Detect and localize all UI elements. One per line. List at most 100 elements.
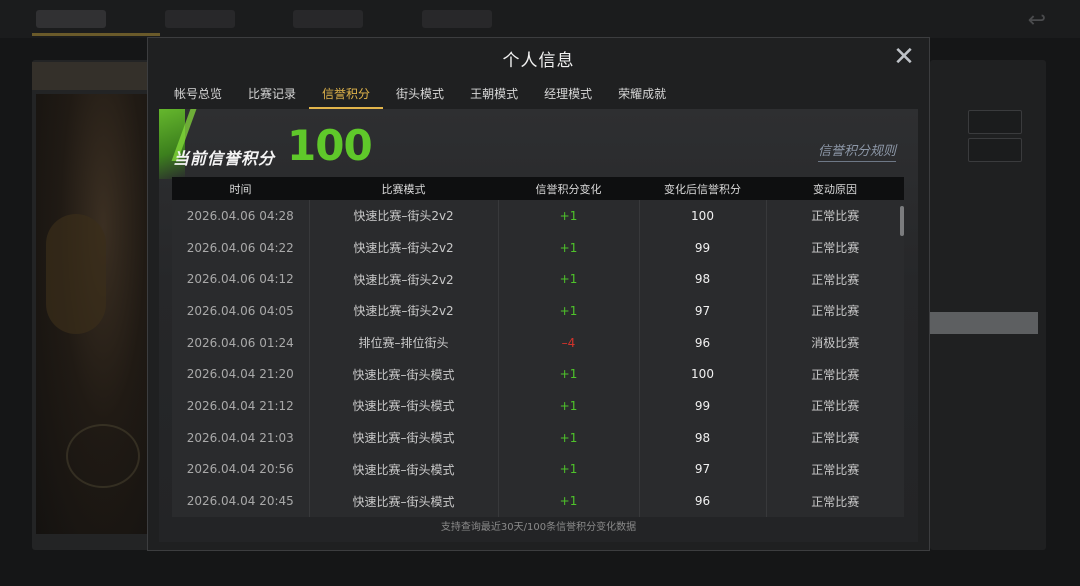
background-tab (293, 10, 363, 28)
cell-change: +1 (497, 390, 639, 422)
table-row: 2026.04.04 20:45 快速比赛–街头模式 +1 96 正常比赛 (172, 485, 904, 517)
cell-change: –4 (497, 326, 639, 359)
back-arrow-icon: ↩ (1027, 8, 1046, 33)
player-signature (66, 424, 140, 488)
cell-time: 2026.04.06 04:28 (186, 208, 294, 223)
cell-mode: 快速比赛–街头模式 (308, 358, 498, 391)
table-header-row: 时间 比赛模式 信誉积分变化 变化后信誉积分 变动原因 (172, 177, 904, 200)
modal-tabs: 帐号总览 比赛记录 信誉积分 街头模式 王朝模式 经理模式 荣耀成就 (161, 85, 679, 111)
cell-reason: 正常比赛 (765, 421, 904, 454)
cell-change: +1 (497, 358, 639, 391)
table-row: 2026.04.06 04:28 快速比赛–街头2v2 +1 100 正常比赛 (172, 200, 904, 232)
scrollbar-thumb[interactable] (900, 206, 904, 236)
table-scrollbar[interactable] (900, 200, 904, 517)
credit-rules-link[interactable]: 信誉积分规则 (817, 140, 896, 162)
table-row: 2026.04.06 01:24 排位赛–排位街头 –4 96 消极比赛 (172, 326, 904, 359)
cell-change: +1 (497, 200, 639, 232)
background-box (968, 138, 1022, 162)
cell-change: +1 (497, 485, 639, 517)
cell-time: 2026.04.04 21:20 (186, 367, 294, 382)
tab-credit-score[interactable]: 信誉积分 (309, 85, 384, 109)
cell-after: 100 (638, 358, 766, 391)
header-time: 时间 (229, 182, 252, 196)
cell-time: 2026.04.06 01:24 (186, 335, 294, 350)
cell-time: 2026.04.04 20:56 (186, 462, 294, 477)
cell-time: 2026.04.04 21:03 (186, 430, 294, 445)
cell-reason: 正常比赛 (765, 263, 904, 296)
table-row: 2026.04.06 04:05 快速比赛–街头2v2 +1 97 正常比赛 (172, 295, 904, 327)
cell-reason: 正常比赛 (765, 453, 904, 486)
background-tab (36, 10, 106, 28)
cell-time: 2026.04.06 04:22 (186, 240, 294, 255)
cell-reason: 正常比赛 (765, 295, 904, 327)
table-row: 2026.04.04 21:12 快速比赛–街头模式 +1 99 正常比赛 (172, 390, 904, 422)
credit-score-panel: 当前信誉积分 100 信誉积分规则 时间 比赛模式 信誉积分变化 变化后信誉积分… (159, 109, 918, 542)
background-right-panel (930, 60, 1046, 550)
cell-change: +1 (497, 453, 639, 486)
table-row: 2026.04.04 21:20 快速比赛–街头模式 +1 100 正常比赛 (172, 358, 904, 391)
cell-reason: 消极比赛 (765, 326, 904, 359)
tab-dynasty-mode[interactable]: 王朝模式 (457, 85, 531, 109)
cell-time: 2026.04.04 20:45 (186, 494, 294, 509)
background-tab (165, 10, 235, 28)
cell-mode: 快速比赛–街头模式 (308, 485, 498, 517)
cell-mode: 快速比赛–街头模式 (308, 453, 498, 486)
header-reason: 变动原因 (813, 182, 857, 196)
cell-after: 97 (638, 295, 766, 327)
tab-match-history[interactable]: 比赛记录 (235, 85, 309, 109)
close-icon: ✕ (893, 42, 915, 72)
cell-reason: 正常比赛 (765, 358, 904, 391)
table-row: 2026.04.04 21:03 快速比赛–街头模式 +1 98 正常比赛 (172, 421, 904, 454)
cell-change: +1 (497, 295, 639, 327)
table-row: 2026.04.06 04:22 快速比赛–街头2v2 +1 99 正常比赛 (172, 231, 904, 264)
cell-after: 99 (638, 231, 766, 264)
cell-time: 2026.04.04 21:12 (186, 398, 294, 413)
cell-reason: 正常比赛 (765, 485, 904, 517)
cell-after: 97 (638, 453, 766, 486)
cell-change: +1 (497, 263, 639, 296)
cell-reason: 正常比赛 (765, 390, 904, 422)
player-figure (46, 214, 106, 334)
background-tab (422, 10, 492, 28)
cell-mode: 快速比赛–街头2v2 (308, 200, 498, 232)
background-box (968, 110, 1022, 134)
query-limit-note: 支持查询最近30天/100条信誉积分变化数据 (440, 522, 637, 533)
cell-reason: 正常比赛 (765, 200, 904, 232)
current-credit-value: 100 (287, 121, 373, 170)
cell-change: +1 (497, 231, 639, 264)
background-highlight-row (930, 312, 1038, 334)
background-top-nav: ↩ (0, 0, 1080, 38)
cell-time: 2026.04.06 04:12 (186, 272, 294, 287)
credit-history-table: 时间 比赛模式 信誉积分变化 变化后信誉积分 变动原因 2026.04.06 0… (172, 177, 904, 517)
cell-after: 98 (638, 263, 766, 296)
cell-after: 99 (638, 390, 766, 422)
table-row: 2026.04.06 04:12 快速比赛–街头2v2 +1 98 正常比赛 (172, 263, 904, 296)
personal-info-modal: 个人信息 ✕ 帐号总览 比赛记录 信誉积分 街头模式 王朝模式 经理模式 荣耀成… (147, 37, 930, 551)
background-left-header (32, 62, 152, 90)
modal-title: 个人信息 (502, 51, 575, 71)
tab-street-mode[interactable]: 街头模式 (383, 85, 457, 109)
cell-mode: 快速比赛–街头2v2 (308, 263, 498, 296)
header-mode: 比赛模式 (381, 182, 426, 196)
cell-mode: 快速比赛–街头模式 (308, 390, 498, 422)
tab-account-overview[interactable]: 帐号总览 (161, 85, 235, 109)
tab-manager-mode[interactable]: 经理模式 (531, 85, 605, 109)
cell-time: 2026.04.06 04:05 (186, 303, 294, 318)
cell-after: 96 (638, 485, 766, 517)
cell-reason: 正常比赛 (765, 231, 904, 264)
header-change: 信誉积分变化 (535, 182, 602, 196)
cell-mode: 快速比赛–街头模式 (308, 421, 498, 454)
table-row: 2026.04.04 20:56 快速比赛–街头模式 +1 97 正常比赛 (172, 453, 904, 486)
close-button[interactable]: ✕ (893, 44, 915, 70)
background-tab-underline (32, 33, 160, 36)
cell-after: 96 (638, 326, 766, 359)
cell-mode: 快速比赛–街头2v2 (308, 295, 498, 327)
tab-honor-achievements[interactable]: 荣耀成就 (605, 85, 679, 109)
cell-after: 100 (638, 200, 766, 232)
cell-after: 98 (638, 421, 766, 454)
background-player-art (36, 94, 148, 534)
current-credit-label: 当前信誉积分 (173, 149, 276, 168)
header-after: 变化后信誉积分 (664, 182, 741, 196)
cell-change: +1 (497, 421, 639, 454)
cell-mode: 排位赛–排位街头 (308, 326, 498, 359)
